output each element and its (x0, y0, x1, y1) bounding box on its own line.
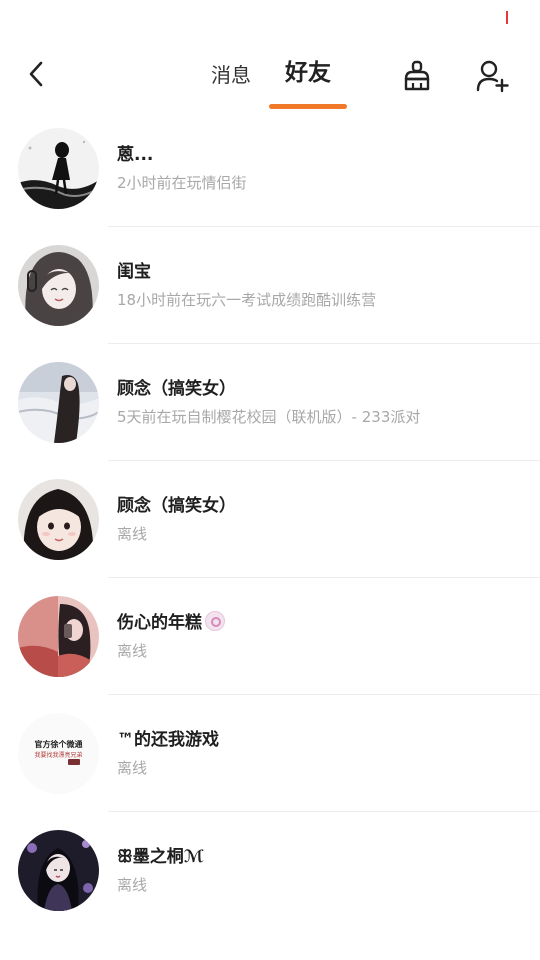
tab-friends[interactable]: 好友 (285, 58, 331, 88)
chevron-left-icon (29, 61, 43, 87)
friend-row[interactable]: ꕥ墨之桐ℳ 离线 (0, 812, 540, 929)
avatar (18, 245, 99, 326)
add-user-icon (476, 60, 509, 93)
friend-name: 顾念（搞笑女） (117, 496, 236, 516)
add-friend-button[interactable] (472, 56, 512, 96)
active-tab-indicator (269, 104, 347, 109)
friend-row[interactable]: 官方徐个微通 我要找我漂亮兄弟 ™的还我游戏 离线 (0, 695, 540, 812)
friend-row[interactable]: 蒽... 2小时前在玩情侣街 (0, 110, 540, 227)
friend-status: 离线 (117, 759, 148, 777)
friend-status: 离线 (117, 876, 148, 894)
friend-status: 18小时前在玩六一考试成绩跑酷训练营 (117, 291, 377, 309)
avatar (18, 596, 99, 677)
friend-status: 2小时前在玩情侣街 (117, 174, 247, 192)
clean-button[interactable] (397, 56, 437, 96)
friend-status: 5天前在玩自制樱花校园（联机版）- 233派对 (117, 408, 421, 426)
friend-status: 离线 (117, 525, 148, 543)
header: 消息 好友 (0, 0, 540, 120)
emoji-icon (205, 611, 225, 631)
tab-messages[interactable]: 消息 (211, 60, 251, 90)
back-button[interactable] (18, 56, 54, 92)
friend-row[interactable]: 顾念（搞笑女） 5天前在玩自制樱花校园（联机版）- 233派对 (0, 344, 540, 461)
friend-row[interactable]: 伤心的年糕 离线 (0, 578, 540, 695)
avatar (18, 479, 99, 560)
friend-row[interactable]: 闺宝 18小时前在玩六一考试成绩跑酷训练营 (0, 227, 540, 344)
friend-name: ™的还我游戏 (117, 730, 219, 750)
avatar-text-line2: 我要找我漂亮兄弟 (34, 751, 82, 759)
avatar (18, 830, 99, 911)
friend-row[interactable]: 顾念（搞笑女） 离线 (0, 461, 540, 578)
broom-icon (404, 60, 430, 91)
friend-name: 闺宝 (117, 262, 151, 282)
avatar (18, 362, 99, 443)
friend-name: ꕥ墨之桐ℳ (117, 847, 204, 867)
friend-name-text: 伤心的年糕 (117, 613, 202, 633)
friend-status: 离线 (117, 642, 148, 660)
friend-name: 伤心的年糕 (117, 608, 225, 633)
avatar-text-line1: 官方徐个微通 (35, 739, 83, 749)
avatar: 官方徐个微通 我要找我漂亮兄弟 (18, 713, 99, 794)
friend-name: 蒽... (117, 145, 154, 165)
friend-list: 蒽... 2小时前在玩情侣街 闺宝 18小时前在玩六一考试成绩跑酷训练营 顾念（… (0, 110, 540, 929)
avatar (18, 128, 99, 209)
friend-name: 顾念（搞笑女） (117, 379, 236, 399)
